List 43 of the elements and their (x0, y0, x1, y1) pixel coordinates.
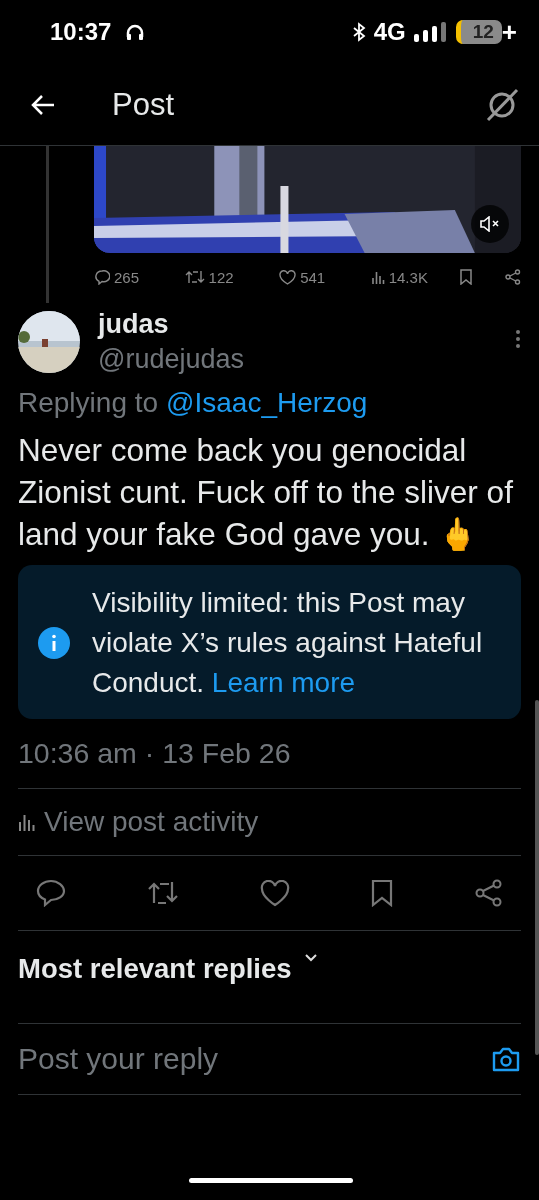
notice-text: Visibility limited: this Post may violate X’s rules against Hateful Conduct. Learn more (92, 586, 484, 700)
camera-icon[interactable] (491, 1046, 521, 1072)
author-name[interactable]: judas (98, 309, 244, 340)
scrollbar[interactable] (535, 700, 539, 1055)
back-arrow-icon[interactable] (30, 92, 56, 117)
bluetooth-icon (351, 22, 366, 42)
mention-link[interactable]: @Isaac_Herzog (166, 387, 368, 418)
like-icon[interactable] (259, 879, 290, 907)
share-icon[interactable] (475, 879, 503, 907)
bookmark-icon[interactable] (459, 269, 474, 285)
circle-slash-icon[interactable] (485, 87, 519, 122)
headphones-icon (125, 23, 146, 41)
share-icon[interactable] (504, 269, 521, 285)
learn-more-link[interactable]: Learn more (211, 667, 356, 698)
likes-stat[interactable]: 541 (279, 268, 326, 286)
muted-speaker-icon (480, 216, 500, 232)
chevron-down-icon (303, 953, 318, 963)
replies-sort-dropdown[interactable]: Most relevant replies (18, 931, 318, 1023)
heart-icon (279, 269, 297, 285)
speech-bubble-icon (94, 269, 110, 285)
repost-icon[interactable] (146, 879, 179, 907)
repost-icon (184, 269, 205, 285)
bar-chart-icon (18, 812, 36, 832)
bar-chart-icon (370, 270, 385, 284)
view-activity-link[interactable]: View post activity (18, 789, 521, 855)
reply-icon[interactable] (36, 879, 66, 907)
replying-label: Replying to (18, 387, 159, 418)
post-timestamp: 10:36 am · 13 Feb 26 (18, 737, 292, 770)
author-handle[interactable]: @rudejudas (98, 344, 244, 375)
post-text: Never come back you genocidal Zionist cunt. Fuck off to the sliver of land your fake God gave you. 🖕 (18, 431, 514, 554)
signal-icon (413, 21, 448, 43)
page-title: Post (112, 86, 175, 123)
replies-stat[interactable]: 265 (94, 268, 140, 286)
charging-indicator: + (501, 16, 517, 48)
network-type: 4G (373, 18, 406, 46)
reposts-stat[interactable]: 122 (184, 268, 234, 286)
reply-field[interactable]: Post your reply (18, 1042, 491, 1076)
info-icon (38, 627, 70, 659)
status-time: 10:37 (50, 18, 112, 46)
bookmark-icon[interactable] (370, 879, 395, 907)
more-options-icon[interactable] (515, 329, 521, 349)
battery-indicator: 12 (455, 20, 502, 44)
views-stat[interactable]: 14.3K (370, 268, 428, 286)
